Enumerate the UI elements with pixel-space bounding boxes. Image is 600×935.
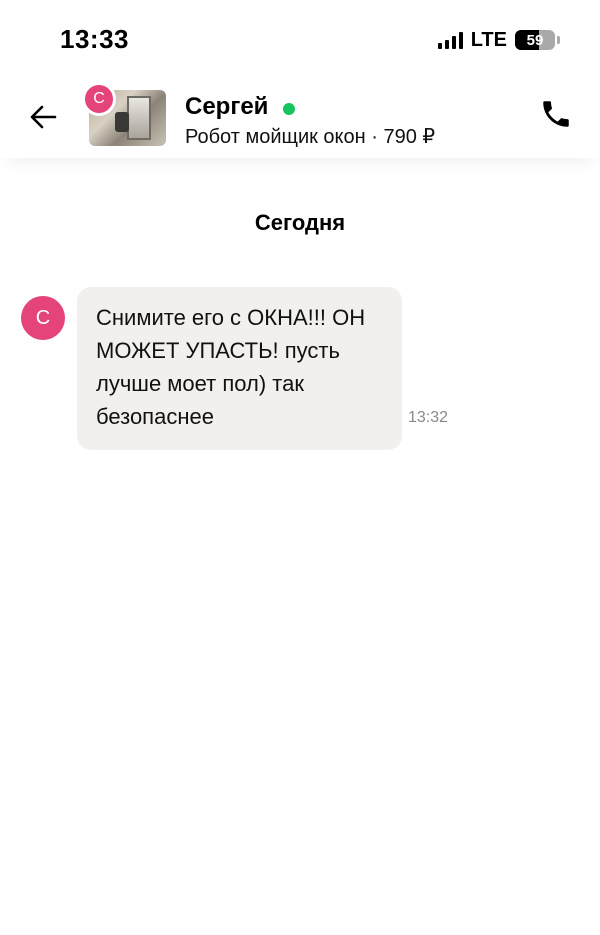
- message-list[interactable]: Сегодня С Снимите его с ОКНА!!! ОН МОЖЕТ…: [0, 158, 600, 935]
- message-avatar[interactable]: С: [21, 296, 65, 340]
- network-label: LTE: [470, 28, 507, 51]
- message-bubble[interactable]: Снимите его с ОКНА!!! ОН МОЖЕТ УПАСТЬ! п…: [77, 287, 402, 450]
- contact-name[interactable]: Сергей: [185, 93, 268, 121]
- online-status-dot: [283, 103, 295, 115]
- avatar: С: [82, 82, 116, 116]
- back-button[interactable]: [24, 98, 62, 136]
- listing-subtitle[interactable]: Робот мойщик окон · 790 ₽: [185, 124, 435, 149]
- phone-icon: [543, 101, 569, 127]
- signal-icon: [437, 31, 463, 49]
- status-bar: 13:33 LTE 59: [0, 0, 600, 78]
- battery-icon: 59: [515, 30, 555, 50]
- message-timestamp: 13:32: [408, 409, 449, 426]
- battery-level: 59: [526, 31, 544, 49]
- date-separator: Сегодня: [254, 210, 346, 235]
- arrow-left-icon: [30, 105, 57, 129]
- message-text: Снимите его с ОКНА!!! ОН МОЖЕТ УПАСТЬ! п…: [96, 305, 366, 429]
- status-indicators: LTE 59: [437, 28, 560, 52]
- chat-header: С Сергей Робот мойщик окон · 790 ₽: [0, 78, 600, 158]
- status-time: 13:33: [60, 24, 129, 54]
- call-button[interactable]: [538, 96, 574, 132]
